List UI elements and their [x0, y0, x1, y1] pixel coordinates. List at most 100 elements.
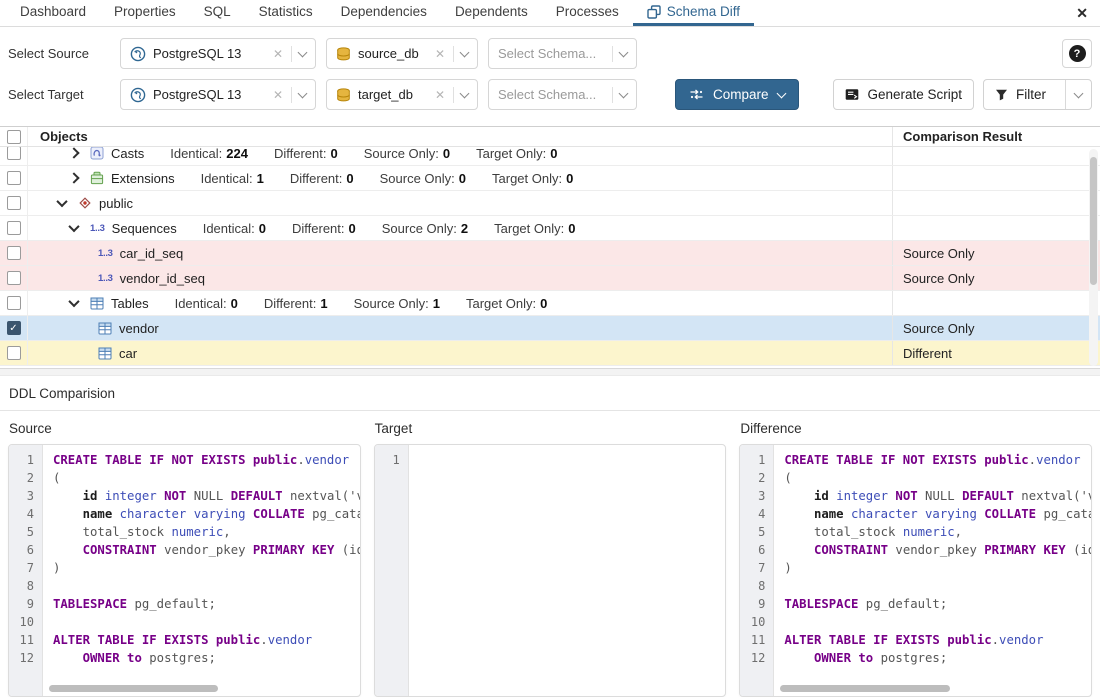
table-row-car[interactable]: carDifferent — [0, 341, 1100, 366]
table-row-vendor[interactable]: ✓vendorSource Only — [0, 316, 1100, 341]
row-checkbox[interactable] — [7, 221, 21, 235]
row-checkbox[interactable] — [7, 171, 21, 185]
chevron-down-icon[interactable] — [619, 47, 629, 57]
tab-dependents[interactable]: Dependents — [441, 0, 542, 26]
table-row-vendor-id-seq[interactable]: 1..3vendor_id_seqSource Only — [0, 266, 1100, 291]
chevron-down-icon[interactable] — [298, 47, 308, 57]
tab-schema-diff[interactable]: Schema Diff — [633, 0, 754, 26]
row-checkbox[interactable] — [7, 296, 21, 310]
code-line: total_stock numeric, — [784, 523, 1091, 541]
horizontal-scrollbar[interactable] — [780, 685, 1083, 693]
horizontal-scrollbar[interactable] — [49, 685, 352, 693]
tab-dashboard[interactable]: Dashboard — [6, 0, 100, 26]
target-schema-placeholder: Select Schema... — [498, 87, 610, 102]
objects-cell: 1..3vendor_id_seq — [28, 266, 892, 290]
table-row-casts[interactable]: CastsIdentical:224Different:0Source Only… — [0, 147, 1100, 166]
source-database-select[interactable]: source_db ✕ — [326, 38, 478, 69]
horizontal-scrollbar-thumb[interactable] — [49, 685, 218, 692]
clear-icon[interactable]: ✕ — [429, 88, 451, 102]
target-schema-select[interactable]: Select Schema... — [488, 79, 637, 110]
sql-code — [410, 445, 726, 469]
table-icon — [98, 322, 112, 335]
comparison-result-cell: Source Only — [892, 241, 1100, 265]
sequence-icon: 1..3 — [98, 248, 113, 259]
code-line — [784, 577, 1091, 595]
select-target-row: Select Target PostgreSQL 13 ✕ target_db … — [8, 79, 1092, 110]
expand-right-icon[interactable] — [68, 147, 79, 158]
chevron-down-icon[interactable] — [460, 88, 470, 98]
objects-cell: 1..3SequencesIdentical:0Different:0Sourc… — [28, 216, 892, 240]
target-database-select[interactable]: target_db ✕ — [326, 79, 478, 110]
row-checkbox[interactable] — [7, 147, 21, 160]
code-line: total_stock numeric, — [53, 523, 360, 541]
code-line: id integer NOT NULL DEFAULT nextval('ven… — [784, 487, 1091, 505]
tab-dependencies[interactable]: Dependencies — [327, 0, 441, 26]
tab-sql[interactable]: SQL — [190, 0, 245, 26]
chevron-down-icon[interactable] — [776, 88, 786, 98]
source-schema-select[interactable]: Select Schema... — [488, 38, 637, 69]
count-different-: Different:1 — [264, 296, 328, 311]
row-checkbox[interactable] — [7, 246, 21, 260]
table-row-car-id-seq[interactable]: 1..3car_id_seqSource Only — [0, 241, 1100, 266]
source-server-select[interactable]: PostgreSQL 13 ✕ — [120, 38, 316, 69]
expand-down-icon[interactable] — [56, 196, 67, 207]
table-row-sequences[interactable]: 1..3SequencesIdentical:0Different:0Sourc… — [0, 216, 1100, 241]
line-number-gutter: 123456789101112 — [740, 445, 774, 696]
divider — [612, 46, 613, 62]
table-row-tables[interactable]: TablesIdentical:0Different:1Source Only:… — [0, 291, 1100, 316]
close-icon[interactable]: ✕ — [1070, 5, 1094, 22]
row-checkbox[interactable] — [7, 346, 21, 360]
table-row-public[interactable]: public — [0, 191, 1100, 216]
difference-code-editor[interactable]: 123456789101112 CREATE TABLE IF NOT EXIS… — [739, 444, 1092, 697]
line-number: 5 — [740, 523, 773, 541]
code-line: ( — [53, 469, 360, 487]
chevron-down-icon[interactable] — [460, 47, 470, 57]
compare-button[interactable]: Compare — [675, 79, 799, 110]
row-checkbox[interactable] — [7, 196, 21, 210]
expand-down-icon[interactable] — [68, 296, 79, 307]
filter-button: Filter — [983, 79, 1092, 110]
comparison-result-cell: Source Only — [892, 266, 1100, 290]
clear-icon[interactable]: ✕ — [429, 47, 451, 61]
expand-down-icon[interactable] — [68, 221, 79, 232]
panel-splitter[interactable] — [0, 369, 1100, 376]
count-identical-: Identical:224 — [170, 147, 248, 161]
target-database-value: target_db — [358, 87, 429, 102]
tab-processes[interactable]: Processes — [542, 0, 633, 26]
chevron-down-icon[interactable] — [619, 88, 629, 98]
clear-icon[interactable]: ✕ — [267, 47, 289, 61]
help-button[interactable]: ? — [1062, 39, 1092, 68]
line-number: 8 — [9, 577, 42, 595]
target-server-select[interactable]: PostgreSQL 13 ✕ — [120, 79, 316, 110]
filter-button-main[interactable]: Filter — [984, 80, 1057, 109]
code-line: id integer NOT NULL DEFAULT nextval('ven… — [53, 487, 360, 505]
vertical-scrollbar-thumb[interactable] — [1090, 157, 1097, 285]
row-checkbox-cell — [0, 266, 28, 290]
expand-right-icon[interactable] — [68, 172, 79, 183]
code-line: CONSTRAINT vendor_pkey PRIMARY KEY (id) — [784, 541, 1091, 559]
code-line: ) — [53, 559, 360, 577]
ddl-panels: Source 123456789101112 CREATE TABLE IF N… — [0, 411, 1100, 697]
tab-label: Dependencies — [341, 4, 427, 19]
line-number: 1 — [375, 451, 408, 469]
comparison-result-column-header: Comparison Result — [892, 127, 1100, 146]
horizontal-scrollbar-thumb[interactable] — [780, 685, 949, 692]
row-checkbox[interactable] — [7, 271, 21, 285]
tab-properties[interactable]: Properties — [100, 0, 190, 26]
chevron-down-icon[interactable] — [298, 88, 308, 98]
tab-statistics[interactable]: Statistics — [245, 0, 327, 26]
target-code-editor[interactable]: 1 — [374, 444, 727, 697]
objects-cell: vendor — [28, 316, 892, 340]
tab-label: Processes — [556, 4, 619, 19]
filter-dropdown-toggle[interactable] — [1065, 80, 1091, 109]
table-row-extensions[interactable]: ExtensionsIdentical:1Different:0Source O… — [0, 166, 1100, 191]
object-label: car — [119, 346, 137, 361]
select-all-checkbox[interactable] — [7, 130, 21, 144]
clear-icon[interactable]: ✕ — [267, 88, 289, 102]
row-checkbox[interactable]: ✓ — [7, 321, 21, 335]
vertical-scrollbar[interactable] — [1089, 149, 1098, 366]
difference-ddl-panel: Difference 123456789101112 CREATE TABLE … — [739, 411, 1092, 697]
line-number: 3 — [740, 487, 773, 505]
source-code-editor[interactable]: 123456789101112 CREATE TABLE IF NOT EXIS… — [8, 444, 361, 697]
generate-script-button[interactable]: Generate Script — [833, 79, 974, 110]
